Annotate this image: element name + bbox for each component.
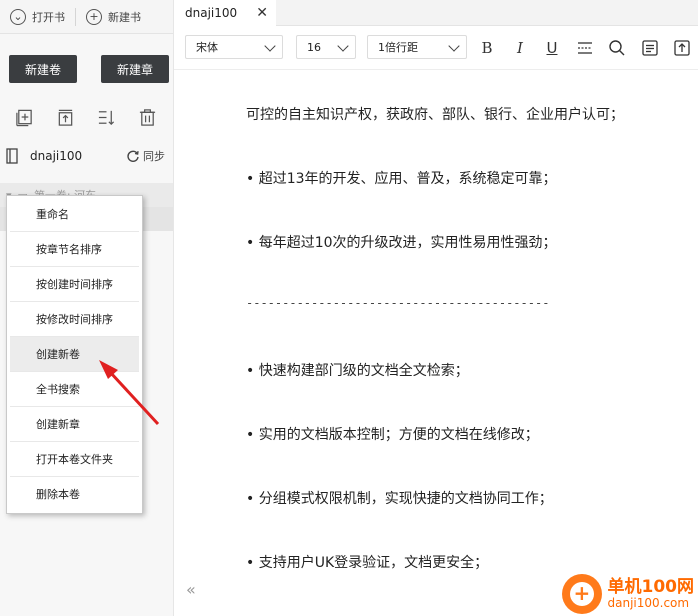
sort-icon[interactable]	[97, 108, 116, 127]
menu-item-sort-by-created[interactable]: 按创建时间排序	[10, 267, 139, 302]
watermark-emblem-icon	[561, 574, 602, 614]
tab-bar: dnaji100 ✕	[174, 0, 698, 26]
font-family-value: 宋体	[196, 41, 218, 54]
sync-icon	[127, 150, 139, 162]
menu-item-rename[interactable]: 重命名	[10, 197, 139, 232]
italic-icon[interactable]: I	[511, 39, 529, 57]
new-book-button[interactable]: + 新建书	[76, 8, 151, 25]
tab-title: dnaji100	[185, 6, 238, 20]
sidebar-tool-icons	[15, 108, 157, 127]
font-family-select[interactable]: 宋体	[185, 35, 283, 59]
plus-circle-icon: +	[86, 8, 102, 25]
menu-item-open-folder[interactable]: 打开本卷文件夹	[10, 442, 139, 477]
open-book-button[interactable]: ⌄ 打开书	[0, 8, 75, 25]
sidebar-top-actions: ⌄ 打开书 + 新建书	[0, 0, 173, 34]
menu-item-search-book[interactable]: 全书搜索	[10, 372, 139, 407]
strikethrough-icon[interactable]	[576, 39, 594, 57]
doc-separator: ----------------------------------------…	[246, 296, 550, 310]
open-book-label: 打开书	[32, 10, 65, 24]
doc-line: • 支持用户UK登录验证，文档更安全；	[246, 555, 489, 571]
search-icon[interactable]	[608, 39, 626, 57]
chevron-down-icon	[448, 40, 460, 52]
font-size-value: 16	[307, 40, 321, 54]
doc-line: • 超过13年的开发、应用、普及，系统稳定可靠；	[246, 171, 557, 187]
document-editor[interactable]: 可控的自主知识产权，获政府、部队、银行、企业用户认可； • 超过13年的开发、应…	[174, 70, 698, 616]
book-icon	[6, 148, 18, 164]
line-spacing-select[interactable]: 1倍行距	[367, 35, 467, 59]
book-row[interactable]: dnaji100 同步	[6, 146, 165, 166]
trash-icon[interactable]	[138, 108, 157, 127]
context-menu: 重命名 按章节名排序 按创建时间排序 按修改时间排序 创建新卷 全书搜索 创建新…	[6, 195, 143, 514]
doc-line: • 每年超过10次的升级改进，实用性易用性强劲；	[246, 235, 557, 251]
doc-line: 可控的自主知识产权，获政府、部队、银行、企业用户认可；	[246, 107, 624, 123]
new-book-label: 新建书	[108, 10, 141, 24]
new-chapter-button[interactable]: 新建章	[101, 55, 169, 83]
format-toolbar: 宋体 16 1倍行距 B I U	[174, 26, 698, 70]
move-top-icon[interactable]	[56, 108, 75, 127]
bold-icon[interactable]: B	[478, 39, 496, 57]
menu-item-create-volume[interactable]: 创建新卷	[10, 337, 139, 372]
close-icon[interactable]: ✕	[256, 5, 268, 21]
export-icon[interactable]	[673, 39, 691, 57]
new-volume-button[interactable]: 新建卷	[9, 55, 77, 83]
chevron-down-icon	[264, 40, 276, 52]
notes-icon[interactable]	[641, 39, 659, 57]
chevron-down-circle-icon: ⌄	[10, 8, 26, 25]
create-buttons: 新建卷 新建章	[9, 55, 169, 83]
menu-item-sort-by-modified[interactable]: 按修改时间排序	[10, 302, 139, 337]
tab-document[interactable]: dnaji100 ✕	[174, 0, 276, 26]
sync-button[interactable]: 同步	[126, 148, 165, 164]
sync-label: 同步	[143, 150, 165, 163]
menu-item-delete-volume[interactable]: 删除本卷	[10, 477, 139, 512]
menu-item-create-chapter[interactable]: 创建新章	[10, 407, 139, 442]
chevron-down-icon	[337, 40, 349, 52]
book-name: dnaji100	[30, 149, 83, 163]
add-chapter-icon[interactable]	[15, 108, 34, 127]
line-spacing-value: 1倍行距	[378, 41, 418, 54]
watermark-logo: 单机100网 danji100.com	[561, 574, 695, 614]
menu-item-sort-by-name[interactable]: 按章节名排序	[10, 232, 139, 267]
watermark-title: 单机100网	[607, 577, 695, 598]
underline-icon[interactable]: U	[543, 39, 561, 57]
font-size-select[interactable]: 16	[296, 35, 356, 59]
watermark-url: danji100.com	[607, 595, 690, 610]
doc-line: • 快速构建部门级的文档全文检索；	[246, 363, 469, 379]
doc-line: • 实用的文档版本控制；方便的文档在线修改；	[246, 427, 539, 443]
doc-line: • 分组模式权限机制，实现快捷的文档协同工作；	[246, 491, 553, 507]
